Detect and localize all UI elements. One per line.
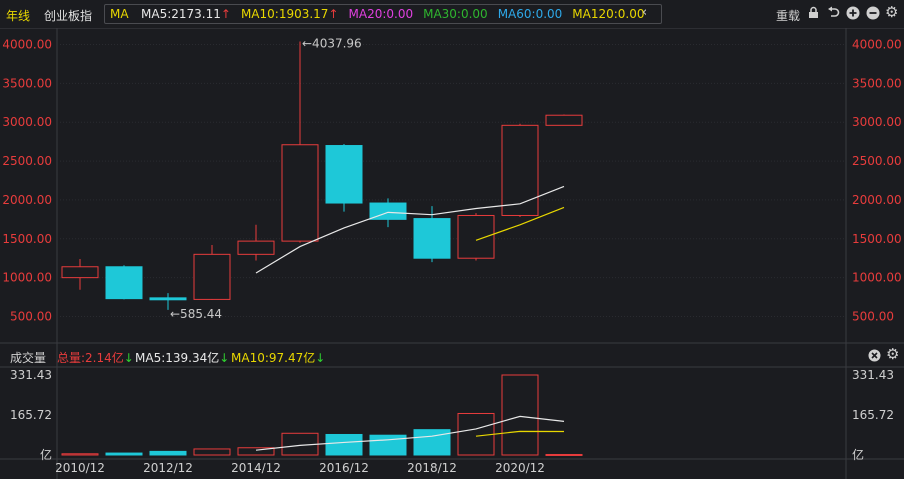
y-tick-label-right: 2500.00: [852, 154, 902, 168]
x-tick-label: 2016/12: [319, 461, 369, 475]
candle-body: [281, 144, 319, 242]
price-annotation: ←585.44: [170, 307, 222, 321]
x-tick-label: 2014/12: [231, 461, 281, 475]
y-tick-label-right: 500.00: [852, 310, 894, 324]
volume-bar: [193, 448, 231, 456]
volume-tick-label: 331.43: [10, 368, 52, 382]
y-tick-label: 500.00: [10, 310, 52, 324]
y-tick-label-right: 1500.00: [852, 232, 902, 246]
volume-bar: [61, 453, 99, 456]
candle-body: [501, 124, 539, 216]
volume-tick-label: 165.72: [10, 408, 52, 422]
candle-body: [61, 266, 99, 279]
y-tick-label: 1500.00: [2, 232, 52, 246]
volume-bar: [325, 433, 363, 456]
y-tick-label-right: 4000.00: [852, 38, 902, 52]
candle-body: [193, 253, 231, 300]
candle-body: [413, 218, 451, 259]
y-tick-label: 2500.00: [2, 154, 52, 168]
candle-body: [325, 145, 363, 204]
candle-body: [149, 297, 187, 301]
candle-body: [457, 214, 495, 259]
volume-bar: [501, 374, 539, 456]
x-tick-label: 2018/12: [407, 461, 457, 475]
y-tick-label-right: 1000.00: [852, 271, 902, 285]
volume-tick-label-right: 331.43: [852, 368, 894, 382]
volume-tick-label-right: 165.72: [852, 408, 894, 422]
volume-tick-label: 亿: [40, 447, 52, 462]
x-tick-label: 2010/12: [55, 461, 105, 475]
chart-canvas[interactable]: 500.00 500.00 1000.00 1000.00 1500.00 1500.00…: [0, 0, 904, 479]
candle-body: [545, 114, 583, 126]
y-tick-label: 3000.00: [2, 115, 52, 129]
y-tick-label-right: 3000.00: [852, 115, 902, 129]
volume-bar: [105, 452, 143, 456]
volume-tick-label-right: 亿: [852, 447, 864, 462]
candle-body: [237, 240, 275, 255]
volume-bar: [413, 429, 451, 456]
x-tick-label: 2012/12: [143, 461, 193, 475]
volume-bar: [149, 450, 187, 456]
y-tick-label: 1000.00: [2, 271, 52, 285]
y-tick-label-right: 2000.00: [852, 193, 902, 207]
y-tick-label: 2000.00: [2, 193, 52, 207]
price-annotation: ←4037.96: [302, 37, 362, 51]
y-tick-label: 3500.00: [2, 76, 52, 90]
candle-body: [105, 266, 143, 300]
x-tick-label: 2020/12: [495, 461, 545, 475]
y-tick-label-right: 3500.00: [852, 76, 902, 90]
volume-bar: [545, 453, 583, 456]
y-tick-label: 4000.00: [2, 38, 52, 52]
